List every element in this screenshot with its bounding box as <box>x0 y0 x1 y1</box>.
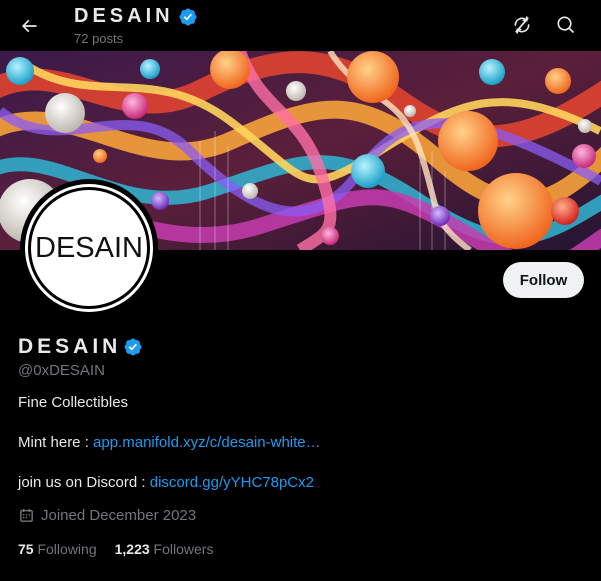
profile-name-row: DESAIN <box>18 335 143 359</box>
refresh-button[interactable] <box>507 10 537 40</box>
avatar-logo-text: DESAIN <box>35 231 143 264</box>
following-count: 75 <box>18 541 34 557</box>
bio-line: Fine Collectibles <box>18 394 129 411</box>
header-title: DESAIN <box>74 5 174 27</box>
back-arrow-icon <box>21 19 37 33</box>
bio-mint-line: Mint here : app.manifold.xyz/c/desain-wh… <box>18 434 321 451</box>
discord-link[interactable]: discord.gg/yYHC78pCx2 <box>150 474 314 491</box>
avatar[interactable]: DESAIN <box>20 179 158 317</box>
joined-date: Joined December 2023 <box>18 507 196 524</box>
following-link[interactable]: 75 Following <box>18 541 97 557</box>
verified-badge-icon[interactable] <box>123 337 143 357</box>
search-icon <box>557 16 575 34</box>
joined-text: Joined December 2023 <box>41 507 197 524</box>
mint-link[interactable]: app.manifold.xyz/c/desain-white… <box>93 434 321 451</box>
profile-handle: @0xDESAIN <box>18 362 105 379</box>
top-bar: DESAIN 72 posts <box>0 0 601 51</box>
verified-badge-icon <box>179 7 197 26</box>
refresh-icon <box>514 16 530 34</box>
profile-name: DESAIN <box>18 335 122 358</box>
back-button[interactable] <box>12 9 46 43</box>
bio-discord-line: join us on Discord : discord.gg/yYHC78pC… <box>18 474 314 491</box>
discord-label: join us on Discord : <box>18 474 150 491</box>
search-button[interactable] <box>551 10 581 40</box>
avatar-image: DESAIN <box>25 184 153 312</box>
followers-link[interactable]: 1,223 Followers <box>115 541 214 557</box>
post-count: 72 posts <box>74 31 124 46</box>
following-label: Following <box>37 541 97 557</box>
followers-count: 1,223 <box>114 541 150 557</box>
mint-label: Mint here : <box>18 434 94 451</box>
header-title-row: DESAIN <box>74 5 198 28</box>
follow-stats: 75 Following 1,223 Followers <box>18 541 231 557</box>
followers-label: Followers <box>153 541 214 557</box>
avatar-logo-ring: DESAIN <box>28 187 150 309</box>
follow-button[interactable]: Follow <box>503 262 584 298</box>
calendar-icon <box>20 509 33 522</box>
